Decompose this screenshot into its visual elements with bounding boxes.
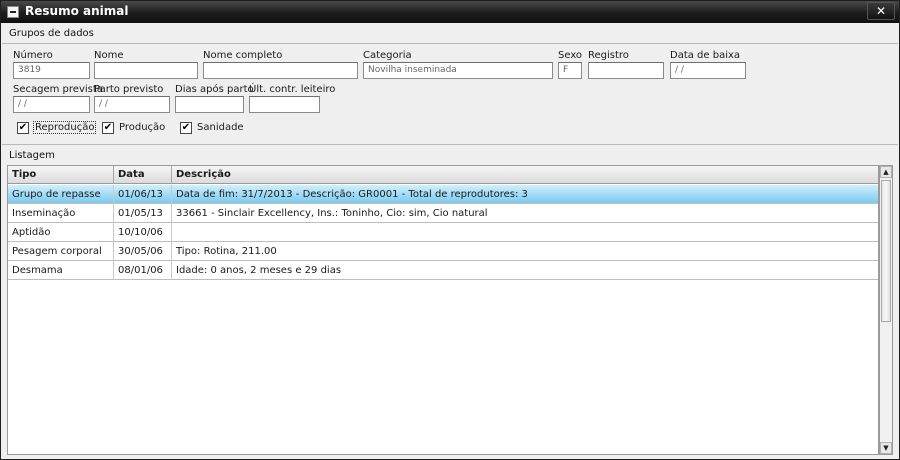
column-header-data[interactable]: Data: [114, 166, 172, 184]
table-row[interactable]: Aptidão 10/10/06: [8, 223, 878, 242]
dias-apos-parto-field[interactable]: [175, 96, 244, 113]
dias-apos-parto-label: Dias após parto: [175, 84, 254, 95]
window-title: Resumo animal: [25, 4, 129, 18]
categoria-field[interactable]: Novilha inseminada: [363, 62, 553, 79]
reproducao-label: Reprodução: [33, 121, 97, 134]
table-row[interactable]: Grupo de repasse 01/06/13 Data de fim: 3…: [8, 185, 878, 204]
check-icon: ✔: [180, 122, 192, 134]
column-header-tipo[interactable]: Tipo: [8, 166, 114, 184]
scroll-thumb[interactable]: [881, 180, 891, 322]
groups-divider: [2, 43, 898, 44]
producao-label: Produção: [119, 122, 166, 133]
cell-data: 01/05/13: [114, 204, 172, 223]
table-row[interactable]: Inseminação 01/05/13 33661 - Sinclair Ex…: [8, 204, 878, 223]
cell-tipo: Pesagem corporal: [8, 242, 114, 261]
title-bar[interactable]: Resumo animal ✕: [1, 1, 899, 23]
sexo-field[interactable]: F: [558, 62, 582, 79]
vertical-scrollbar[interactable]: ▲ ▼: [879, 165, 893, 455]
cell-tipo: Aptidão: [8, 223, 114, 242]
cell-descricao: [172, 223, 878, 242]
cell-data: 01/06/13: [114, 185, 172, 204]
cell-descricao: Idade: 0 anos, 2 meses e 29 dias: [176, 265, 342, 276]
window-menu-icon[interactable]: [7, 6, 19, 18]
grid-header: Tipo Data Descrição: [8, 166, 878, 184]
nome-field[interactable]: [94, 62, 198, 79]
scroll-up-icon[interactable]: ▲: [880, 166, 892, 178]
numero-label: Número: [13, 50, 53, 61]
cell-tipo: Grupo de repasse: [8, 185, 114, 204]
data-baixa-label: Data de baixa: [670, 50, 741, 61]
listing-grid[interactable]: Tipo Data Descrição Grupo de repasse 01/…: [7, 165, 879, 455]
close-button[interactable]: ✕: [867, 2, 895, 20]
sanidade-checkbox[interactable]: ✔ Sanidade: [180, 121, 244, 136]
cell-data: 30/05/06: [114, 242, 172, 261]
sexo-label: Sexo: [558, 50, 583, 61]
registro-label: Registro: [588, 50, 629, 61]
resumo-animal-window: Resumo animal ✕ Grupos de dados Número 3…: [0, 0, 900, 460]
check-icon: ✔: [102, 122, 114, 134]
cell-descricao: 33661 - Sinclair Excellency, Ins.: Tonin…: [176, 208, 488, 219]
cell-data: 08/01/06: [114, 261, 172, 280]
listing-section-label: Listagem: [9, 150, 55, 161]
column-header-descricao[interactable]: Descrição: [172, 166, 878, 184]
producao-checkbox[interactable]: ✔ Produção: [102, 121, 166, 136]
reproducao-checkbox[interactable]: ✔ Reprodução: [17, 121, 97, 136]
nome-label: Nome: [94, 50, 124, 61]
data-baixa-field[interactable]: / /: [670, 62, 746, 79]
secagem-prevista-field[interactable]: / /: [13, 96, 90, 113]
cell-tipo: Desmama: [8, 261, 114, 280]
ult-contr-leiteiro-label: Últ. contr. leiteiro: [249, 84, 336, 95]
nome-completo-field[interactable]: [203, 62, 358, 79]
numero-field[interactable]: 3819: [13, 62, 90, 79]
scroll-down-icon[interactable]: ▼: [880, 442, 892, 454]
cell-descricao: Data de fim: 31/7/2013 - Descrição: GR00…: [176, 189, 528, 200]
nome-completo-label: Nome completo: [203, 50, 283, 61]
ult-contr-leiteiro-field[interactable]: [249, 96, 320, 113]
cell-tipo: Inseminação: [8, 204, 114, 223]
categoria-label: Categoria: [363, 50, 412, 61]
check-icon: ✔: [17, 122, 29, 134]
secagem-prevista-label: Secagem prevista: [13, 84, 103, 95]
parto-previsto-field[interactable]: / /: [94, 96, 170, 113]
groups-section-label: Grupos de dados: [9, 28, 94, 39]
table-row[interactable]: Pesagem corporal 30/05/06 Tipo: Rotina, …: [8, 242, 878, 261]
sanidade-label: Sanidade: [197, 122, 244, 133]
listing-divider: [2, 144, 898, 145]
cell-data: 10/10/06: [114, 223, 172, 242]
cell-descricao: Tipo: Rotina, 211.00: [176, 246, 277, 257]
parto-previsto-label: Parto previsto: [94, 84, 164, 95]
registro-field[interactable]: [588, 62, 664, 79]
table-row[interactable]: Desmama 08/01/06 Idade: 0 anos, 2 meses …: [8, 261, 878, 280]
